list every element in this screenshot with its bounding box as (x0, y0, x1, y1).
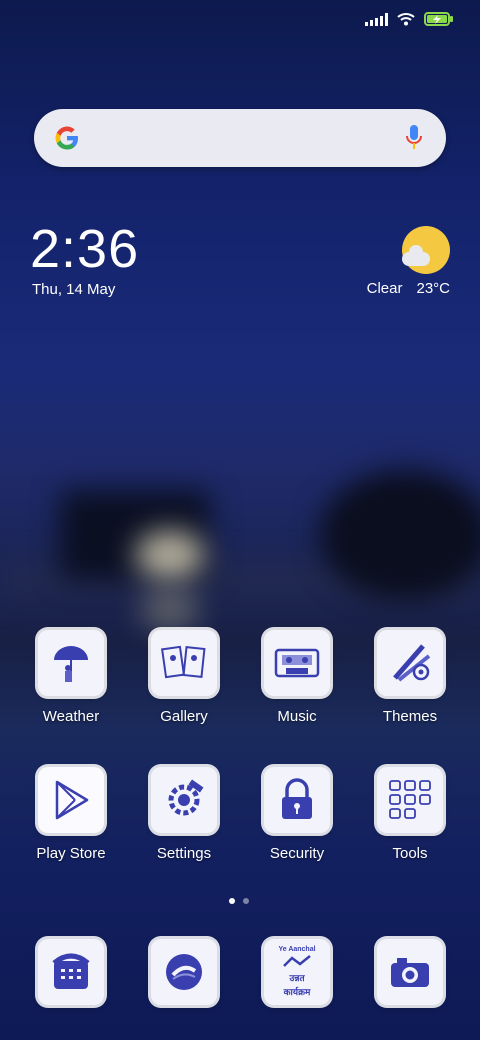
wallpaper-light (135, 530, 205, 580)
photos-sketch-icon (151, 630, 217, 696)
app-label: Music (277, 708, 317, 725)
phone-sketch-icon (38, 939, 104, 1005)
signal-icon (365, 12, 388, 26)
dock-icon-text-1: Ye Aanchal (278, 946, 316, 953)
dock-browser[interactable] (134, 939, 234, 1005)
cassette-sketch-icon (264, 630, 330, 696)
app-label: Weather (42, 708, 100, 725)
play-triangle-icon (38, 767, 104, 833)
weather-widget[interactable]: Clear 23°C (367, 280, 450, 297)
umbrella-sketch-icon (38, 630, 104, 696)
status-bar (365, 12, 454, 26)
app-music[interactable]: Music (247, 630, 347, 725)
clock-date[interactable]: Thu, 14 May (32, 281, 115, 298)
mic-icon[interactable] (404, 123, 424, 153)
page-dot-1[interactable] (229, 898, 235, 904)
dock-camera[interactable] (360, 939, 460, 1005)
gear-sketch-icon (151, 767, 217, 833)
app-label: Tools (392, 845, 428, 862)
wallpaper-trees (320, 470, 480, 600)
app-label: Gallery (160, 708, 208, 725)
clock-time[interactable]: 2:36 (30, 218, 139, 280)
dock-messaging[interactable]: Ye Aanchal उन्नत कार्यक्रम (247, 939, 347, 1005)
dock-icon-text-2: उन्नत (289, 973, 305, 983)
wallpaper-reflection (140, 590, 200, 630)
app-label: Themes (382, 708, 438, 725)
weather-temperature: 23°C (416, 280, 450, 297)
app-label: Security (269, 845, 325, 862)
weather-condition: Clear (366, 280, 403, 297)
tools-grid-icon (377, 767, 443, 833)
battery-icon (424, 12, 453, 26)
app-themes[interactable]: Themes (360, 630, 460, 725)
app-tools[interactable]: Tools (360, 767, 460, 862)
google-g-icon (55, 126, 78, 150)
app-gallery[interactable]: Gallery (134, 630, 234, 725)
page-indicator[interactable] (229, 898, 249, 904)
cloud-icon (402, 245, 430, 266)
app-security[interactable]: Security (247, 767, 347, 862)
brushes-sketch-icon (377, 630, 443, 696)
app-settings[interactable]: Settings (134, 767, 234, 862)
camera-sketch-icon (377, 939, 443, 1005)
wifi-icon (397, 13, 415, 26)
app-label: Play Store (36, 845, 106, 862)
padlock-sketch-icon (264, 767, 330, 833)
google-search-bar[interactable] (34, 109, 446, 167)
messaging-sketch-icon: Ye Aanchal उन्नत कार्यक्रम (264, 939, 330, 1005)
app-label: Settings (156, 845, 212, 862)
app-weather[interactable]: Weather (21, 630, 121, 725)
app-play-store[interactable]: Play Store (21, 767, 121, 862)
dock-phone[interactable] (21, 939, 121, 1005)
browser-sketch-icon (151, 939, 217, 1005)
page-dot-2[interactable] (243, 898, 249, 904)
dock-icon-text-3: कार्यक्रम (283, 987, 311, 997)
